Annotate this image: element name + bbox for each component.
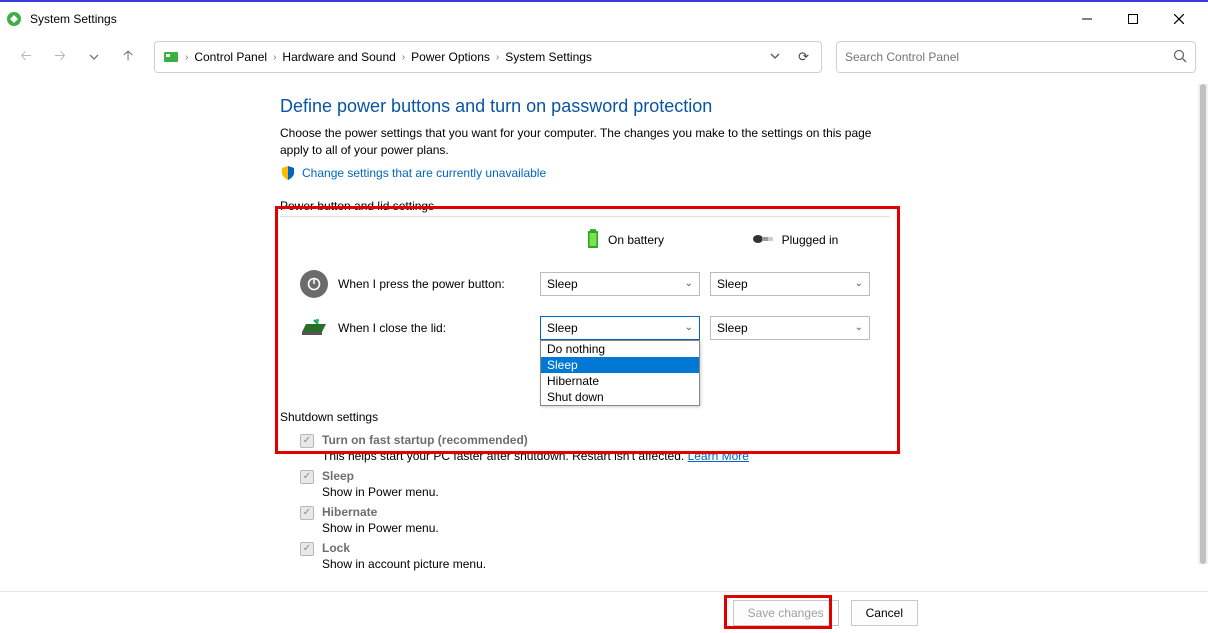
- hibernate-checkbox: ✓: [300, 506, 314, 520]
- chevron-right-icon: ›: [402, 52, 405, 63]
- hibernate-desc: Show in Power menu.: [322, 521, 1208, 535]
- on-battery-header: On battery: [540, 229, 710, 252]
- app-icon: [6, 11, 22, 27]
- breadcrumb-item[interactable]: Hardware and Sound: [282, 50, 395, 64]
- sleep-desc: Show in Power menu.: [322, 485, 1208, 499]
- fast-startup-desc: This helps start your PC faster after sh…: [322, 449, 688, 463]
- back-button[interactable]: 🡠: [12, 43, 40, 71]
- history-dropdown[interactable]: [80, 43, 108, 71]
- chevron-right-icon: ›: [273, 52, 276, 63]
- power-button-icon: [300, 270, 328, 298]
- fast-startup-checkbox: ✓: [300, 434, 314, 448]
- lock-label: Lock: [322, 541, 350, 555]
- breadcrumb-item[interactable]: Control Panel: [194, 50, 267, 64]
- breadcrumb-item[interactable]: Power Options: [411, 50, 490, 64]
- hibernate-label: Hibernate: [322, 505, 377, 519]
- sleep-label: Sleep: [322, 469, 354, 483]
- search-input[interactable]: [845, 50, 1173, 64]
- breadcrumb-item[interactable]: System Settings: [505, 50, 592, 64]
- dropdown-option[interactable]: Sleep: [541, 357, 699, 373]
- breadcrumb-dropdown[interactable]: [770, 51, 780, 64]
- control-panel-icon: [163, 49, 179, 65]
- learn-more-link[interactable]: Learn More: [688, 449, 749, 463]
- power-button-plugged-combo[interactable]: Sleep ⌄: [710, 272, 870, 296]
- chevron-down-icon: ⌄: [685, 322, 693, 333]
- dropdown-option[interactable]: Do nothing: [541, 341, 699, 357]
- save-changes-button[interactable]: Save changes: [733, 600, 839, 626]
- cancel-button[interactable]: Cancel: [851, 600, 918, 626]
- fast-startup-label: Turn on fast startup (recommended): [322, 433, 528, 447]
- page-description: Choose the power settings that you want …: [280, 125, 890, 159]
- chevron-down-icon: ⌄: [855, 322, 863, 333]
- chevron-down-icon: ⌄: [855, 278, 863, 289]
- shield-icon: [280, 165, 296, 181]
- nav-row: 🡠 🡢 🡡 › Control Panel › Hardware and Sou…: [0, 36, 1208, 78]
- window-title: System Settings: [30, 12, 117, 26]
- search-icon[interactable]: [1173, 49, 1187, 66]
- up-button[interactable]: 🡡: [114, 43, 142, 71]
- maximize-button[interactable]: [1110, 3, 1156, 35]
- breadcrumb[interactable]: › Control Panel › Hardware and Sound › P…: [154, 41, 822, 73]
- search-box[interactable]: [836, 41, 1196, 73]
- change-settings-link[interactable]: Change settings that are currently unava…: [302, 166, 546, 180]
- lid-row-label: When I close the lid:: [338, 321, 446, 335]
- lid-battery-combo[interactable]: Sleep ⌄: [540, 316, 700, 340]
- close-button[interactable]: [1156, 3, 1202, 35]
- shutdown-section-title: Shutdown settings: [280, 410, 890, 427]
- minimize-button[interactable]: [1064, 3, 1110, 35]
- chevron-down-icon: ⌄: [685, 278, 693, 289]
- plugged-in-header: Plugged in: [710, 233, 880, 248]
- lid-battery-dropdown: Do nothing Sleep Hibernate Shut down: [540, 340, 700, 406]
- lock-desc: Show in account picture menu.: [322, 557, 1208, 571]
- sleep-checkbox: ✓: [300, 470, 314, 484]
- dropdown-option[interactable]: Hibernate: [541, 373, 699, 389]
- chevron-right-icon: ›: [185, 52, 188, 63]
- chevron-right-icon: ›: [496, 52, 499, 63]
- lid-icon: [300, 318, 328, 338]
- titlebar: System Settings: [0, 2, 1208, 36]
- lid-plugged-combo[interactable]: Sleep ⌄: [710, 316, 870, 340]
- footer-buttons: Save changes Cancel: [0, 591, 1208, 633]
- plug-icon: [752, 233, 774, 248]
- power-button-row-label: When I press the power button:: [338, 277, 505, 291]
- battery-icon: [586, 229, 600, 252]
- lock-checkbox: ✓: [300, 542, 314, 556]
- forward-button[interactable]: 🡢: [46, 43, 74, 71]
- dropdown-option[interactable]: Shut down: [541, 389, 699, 405]
- refresh-button[interactable]: ⟳: [798, 49, 809, 65]
- power-button-battery-combo[interactable]: Sleep ⌄: [540, 272, 700, 296]
- page-heading: Define power buttons and turn on passwor…: [280, 96, 1208, 117]
- power-section-title: Power button and lid settings: [280, 199, 890, 217]
